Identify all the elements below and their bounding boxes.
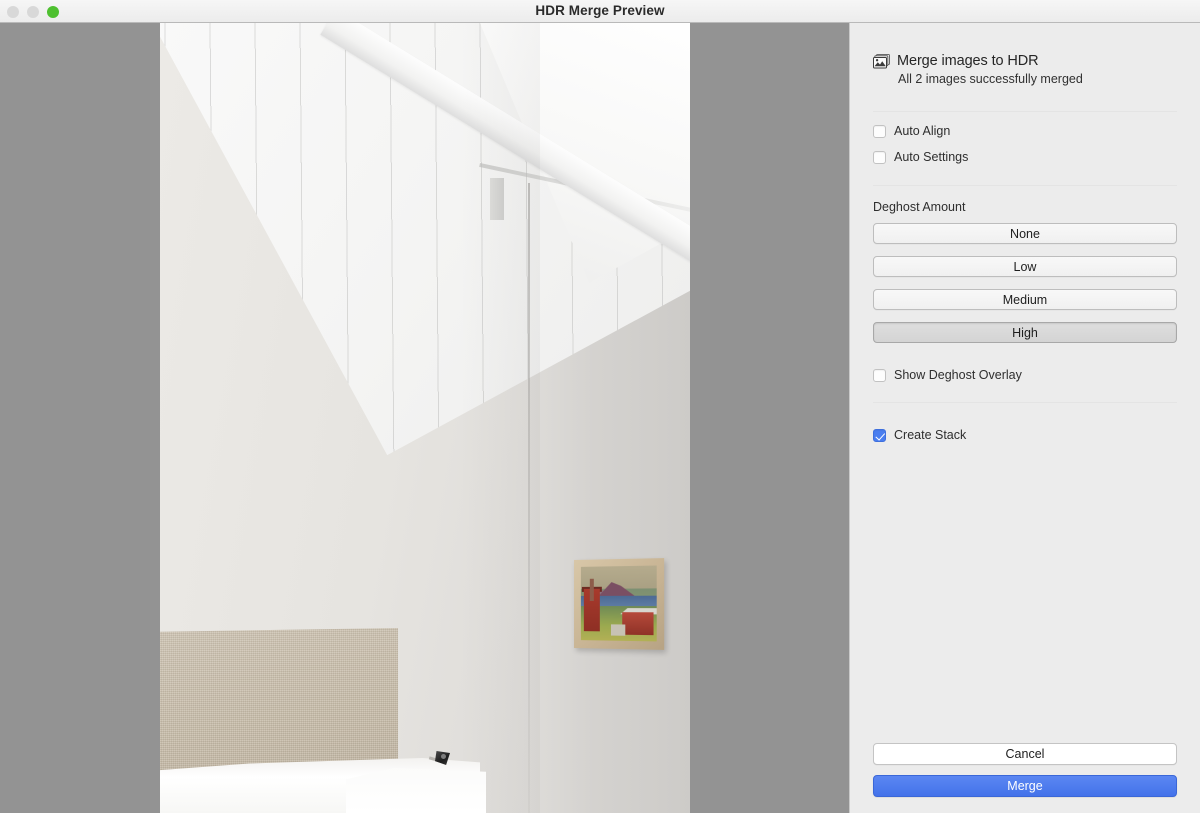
divider-stack	[873, 402, 1177, 403]
panel-subtitle: All 2 images successfully merged	[898, 72, 1083, 86]
option-auto-align[interactable]: Auto Align	[873, 119, 1177, 143]
photo-wall-corner	[528, 183, 530, 813]
panel-title: Merge images to HDR	[897, 53, 1039, 69]
preview-canvas[interactable]	[0, 23, 849, 813]
title-bar: HDR Merge Preview	[0, 0, 1200, 23]
window-title: HDR Merge Preview	[535, 3, 665, 18]
painting-right-barn	[622, 612, 654, 636]
traffic-light-group	[7, 0, 59, 23]
cancel-button[interactable]: Cancel	[873, 743, 1177, 765]
zoom-button-icon[interactable]	[47, 5, 59, 18]
photo-painting-canvas	[580, 565, 657, 642]
deghost-option-low[interactable]: Low	[873, 256, 1177, 277]
divider-deghost	[873, 185, 1177, 186]
deghost-amount-label: Deghost Amount	[873, 200, 966, 214]
photo-reading-lamp	[428, 751, 451, 767]
photo-framed-painting	[574, 558, 665, 650]
deghost-amount-options: None Low Medium High	[873, 223, 1177, 343]
photo-lamp-highlight	[441, 754, 446, 759]
auto-settings-label: Auto Settings	[894, 150, 969, 164]
auto-align-checkbox[interactable]	[873, 124, 886, 138]
option-auto-settings[interactable]: Auto Settings	[873, 145, 1177, 169]
painting-shed	[610, 624, 626, 636]
panel-title-row: Merge images to HDR	[873, 53, 1177, 69]
auto-settings-checkbox[interactable]	[873, 150, 886, 164]
auto-align-label: Auto Align	[894, 124, 951, 138]
deghost-option-medium[interactable]: Medium	[873, 289, 1177, 310]
merge-button[interactable]: Merge	[873, 775, 1177, 797]
panel-footer: Cancel Merge	[873, 743, 1177, 797]
create-stack-label: Create Stack	[894, 428, 967, 442]
photo-beam-end	[490, 178, 504, 220]
minimize-button-icon[interactable]	[27, 5, 39, 18]
deghost-option-none[interactable]: None	[873, 223, 1177, 244]
show-deghost-overlay-label: Show Deghost Overlay	[894, 368, 1022, 382]
painting-post	[589, 578, 594, 601]
panel-header: Merge images to HDR All 2 images success…	[873, 23, 1177, 86]
show-deghost-overlay-checkbox[interactable]	[873, 368, 886, 382]
photo-stack-icon	[873, 53, 890, 69]
deghost-option-high[interactable]: High	[873, 322, 1177, 343]
close-button-icon[interactable]	[7, 5, 19, 18]
hdr-preview-image[interactable]	[160, 23, 690, 813]
option-show-deghost-overlay[interactable]: Show Deghost Overlay	[873, 363, 1177, 387]
hdr-merge-preview-window: HDR Merge Preview Merge images to HDR Al…	[0, 0, 1200, 813]
divider-top	[873, 111, 1177, 112]
hdr-settings-panel: Merge images to HDR All 2 images success…	[849, 23, 1200, 813]
create-stack-checkbox[interactable]	[873, 428, 886, 442]
option-create-stack[interactable]: Create Stack	[873, 423, 1177, 447]
